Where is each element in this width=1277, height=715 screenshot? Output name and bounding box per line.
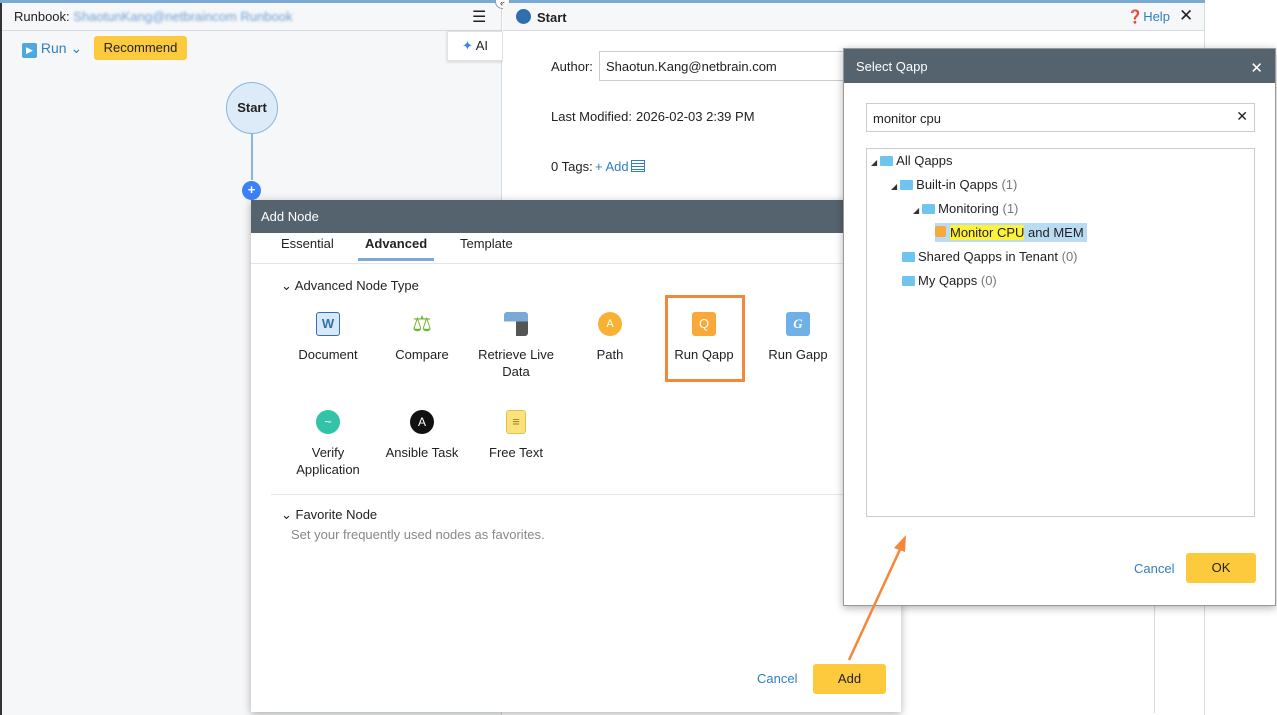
annotation-arrow (847, 535, 906, 661)
